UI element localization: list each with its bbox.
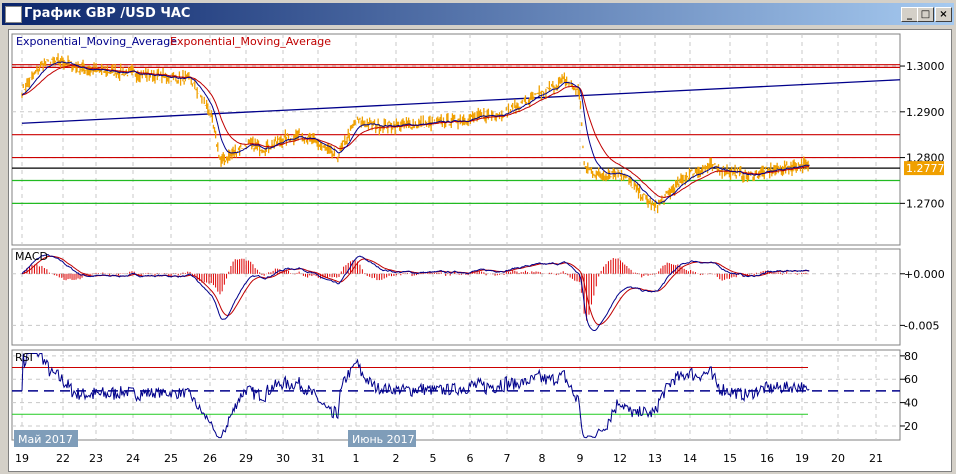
macd-line <box>21 254 810 331</box>
y-tick-label: 1.2700 <box>906 197 945 210</box>
y-tick-label: 1.2900 <box>906 106 945 119</box>
date-tick-label: 14 <box>683 452 697 465</box>
y-tick-label: 40 <box>904 397 918 410</box>
date-tick-label: 12 <box>613 452 627 465</box>
date-tick-label: 31 <box>311 452 325 465</box>
month-label: Май 2017 <box>18 433 73 446</box>
legend-ema1: Exponential_Moving_Average <box>16 35 177 48</box>
macd-title: MACD <box>15 250 48 263</box>
legend-ema2: Exponential_Moving_Average <box>170 35 331 48</box>
date-tick-label: 29 <box>239 452 253 465</box>
y-tick-label: 60 <box>904 373 918 386</box>
date-tick-label: 24 <box>126 452 140 465</box>
ema-fast-line <box>21 61 810 204</box>
date-tick-label: 15 <box>723 452 737 465</box>
date-tick-label: 1 <box>353 452 360 465</box>
date-tick-label: 23 <box>89 452 103 465</box>
trend-line <box>21 79 901 124</box>
date-tick-label: 13 <box>648 452 662 465</box>
y-tick-label: 1.3000 <box>906 60 945 73</box>
month-label: Июнь 2017 <box>352 433 415 446</box>
date-tick-label: 20 <box>831 452 845 465</box>
current-price-label: 1.2777 <box>906 162 945 175</box>
date-tick-label: 21 <box>869 452 883 465</box>
date-tick-label: 9 <box>577 452 584 465</box>
date-tick-label: 16 <box>760 452 774 465</box>
y-tick-label: 20 <box>904 420 918 433</box>
date-tick-label: 19 <box>795 452 809 465</box>
date-tick-label: 6 <box>467 452 474 465</box>
y-tick-label: -0.005 <box>904 319 939 332</box>
y-tick-label: +0.000 <box>904 268 945 281</box>
macd-signal-line <box>21 255 810 326</box>
rsi-title: RSI <box>15 351 33 364</box>
date-tick-label: 19 <box>15 452 29 465</box>
date-tick-label: 5 <box>430 452 437 465</box>
rsi-line <box>21 353 810 439</box>
chart-svg[interactable]: 1.30001.29001.28001.2700+0.000-0.0058060… <box>0 0 956 474</box>
date-tick-label: 2 <box>393 452 400 465</box>
pane-frame-2 <box>11 349 901 441</box>
y-tick-label: 80 <box>904 350 918 363</box>
date-tick-label: 7 <box>504 452 511 465</box>
date-tick-label: 25 <box>164 452 178 465</box>
date-tick-label: 22 <box>56 452 70 465</box>
date-tick-label: 8 <box>539 452 546 465</box>
date-tick-label: 30 <box>276 452 290 465</box>
date-tick-label: 26 <box>203 452 217 465</box>
